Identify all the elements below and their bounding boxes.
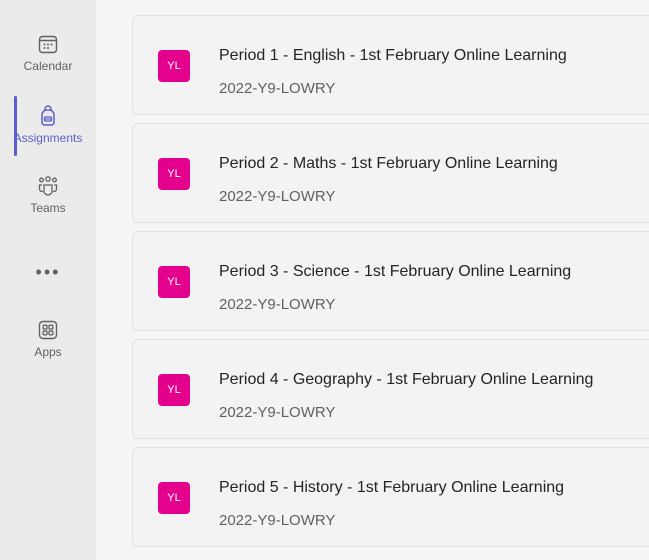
assignments-list: YL Period 1 - English - 1st February Onl… — [96, 0, 649, 560]
class-avatar: YL — [158, 374, 190, 406]
assignment-card[interactable]: YL Period 4 - Geography - 1st February O… — [132, 339, 649, 439]
assignment-class: 2022-Y9-LOWRY — [219, 80, 336, 97]
backpack-icon — [41, 105, 55, 126]
rail-item-label: Assignments — [13, 131, 83, 145]
assignment-class: 2022-Y9-LOWRY — [219, 512, 336, 529]
calendar-icon — [38, 35, 58, 54]
assignment-class: 2022-Y9-LOWRY — [219, 188, 336, 205]
more-apps-button[interactable]: ••• — [0, 262, 96, 282]
apps-icon — [38, 320, 58, 340]
rail-item-label: Teams — [30, 201, 66, 215]
assignment-card[interactable]: YL Period 3 - Science - 1st February Onl… — [132, 231, 649, 331]
class-avatar: YL — [158, 266, 190, 298]
assignment-card[interactable]: YL Period 1 - English - 1st February Onl… — [132, 15, 649, 115]
assignment-card[interactable]: YL Period 5 - History - 1st February Onl… — [132, 447, 649, 547]
class-avatar: YL — [158, 158, 190, 190]
assignment-title: Period 3 - Science - 1st February Online… — [219, 263, 572, 280]
assignment-title: Period 4 - Geography - 1st February Onli… — [219, 371, 594, 388]
rail-item-assignments[interactable]: Assignments — [0, 104, 96, 145]
assignment-class: 2022-Y9-LOWRY — [219, 296, 336, 313]
teams-icon — [38, 176, 58, 196]
assignment-card[interactable]: YL Period 2 - Maths - 1st February Onlin… — [132, 123, 649, 223]
class-avatar: YL — [158, 50, 190, 82]
assignment-title: Period 2 - Maths - 1st February Online L… — [219, 155, 558, 172]
assignment-title: Period 1 - English - 1st February Online… — [219, 47, 567, 64]
rail-item-label: Apps — [34, 345, 62, 359]
app-bar: Calendar Assignments Teams ••• Apps — [0, 0, 96, 560]
rail-item-apps[interactable]: Apps — [0, 318, 96, 359]
rail-item-label: Calendar — [23, 59, 73, 73]
assignment-title: Period 5 - History - 1st February Online… — [219, 479, 565, 496]
rail-item-calendar[interactable]: Calendar — [0, 32, 96, 73]
rail-item-teams[interactable]: Teams — [0, 174, 96, 215]
class-avatar: YL — [158, 482, 190, 514]
assignment-class: 2022-Y9-LOWRY — [219, 404, 336, 421]
